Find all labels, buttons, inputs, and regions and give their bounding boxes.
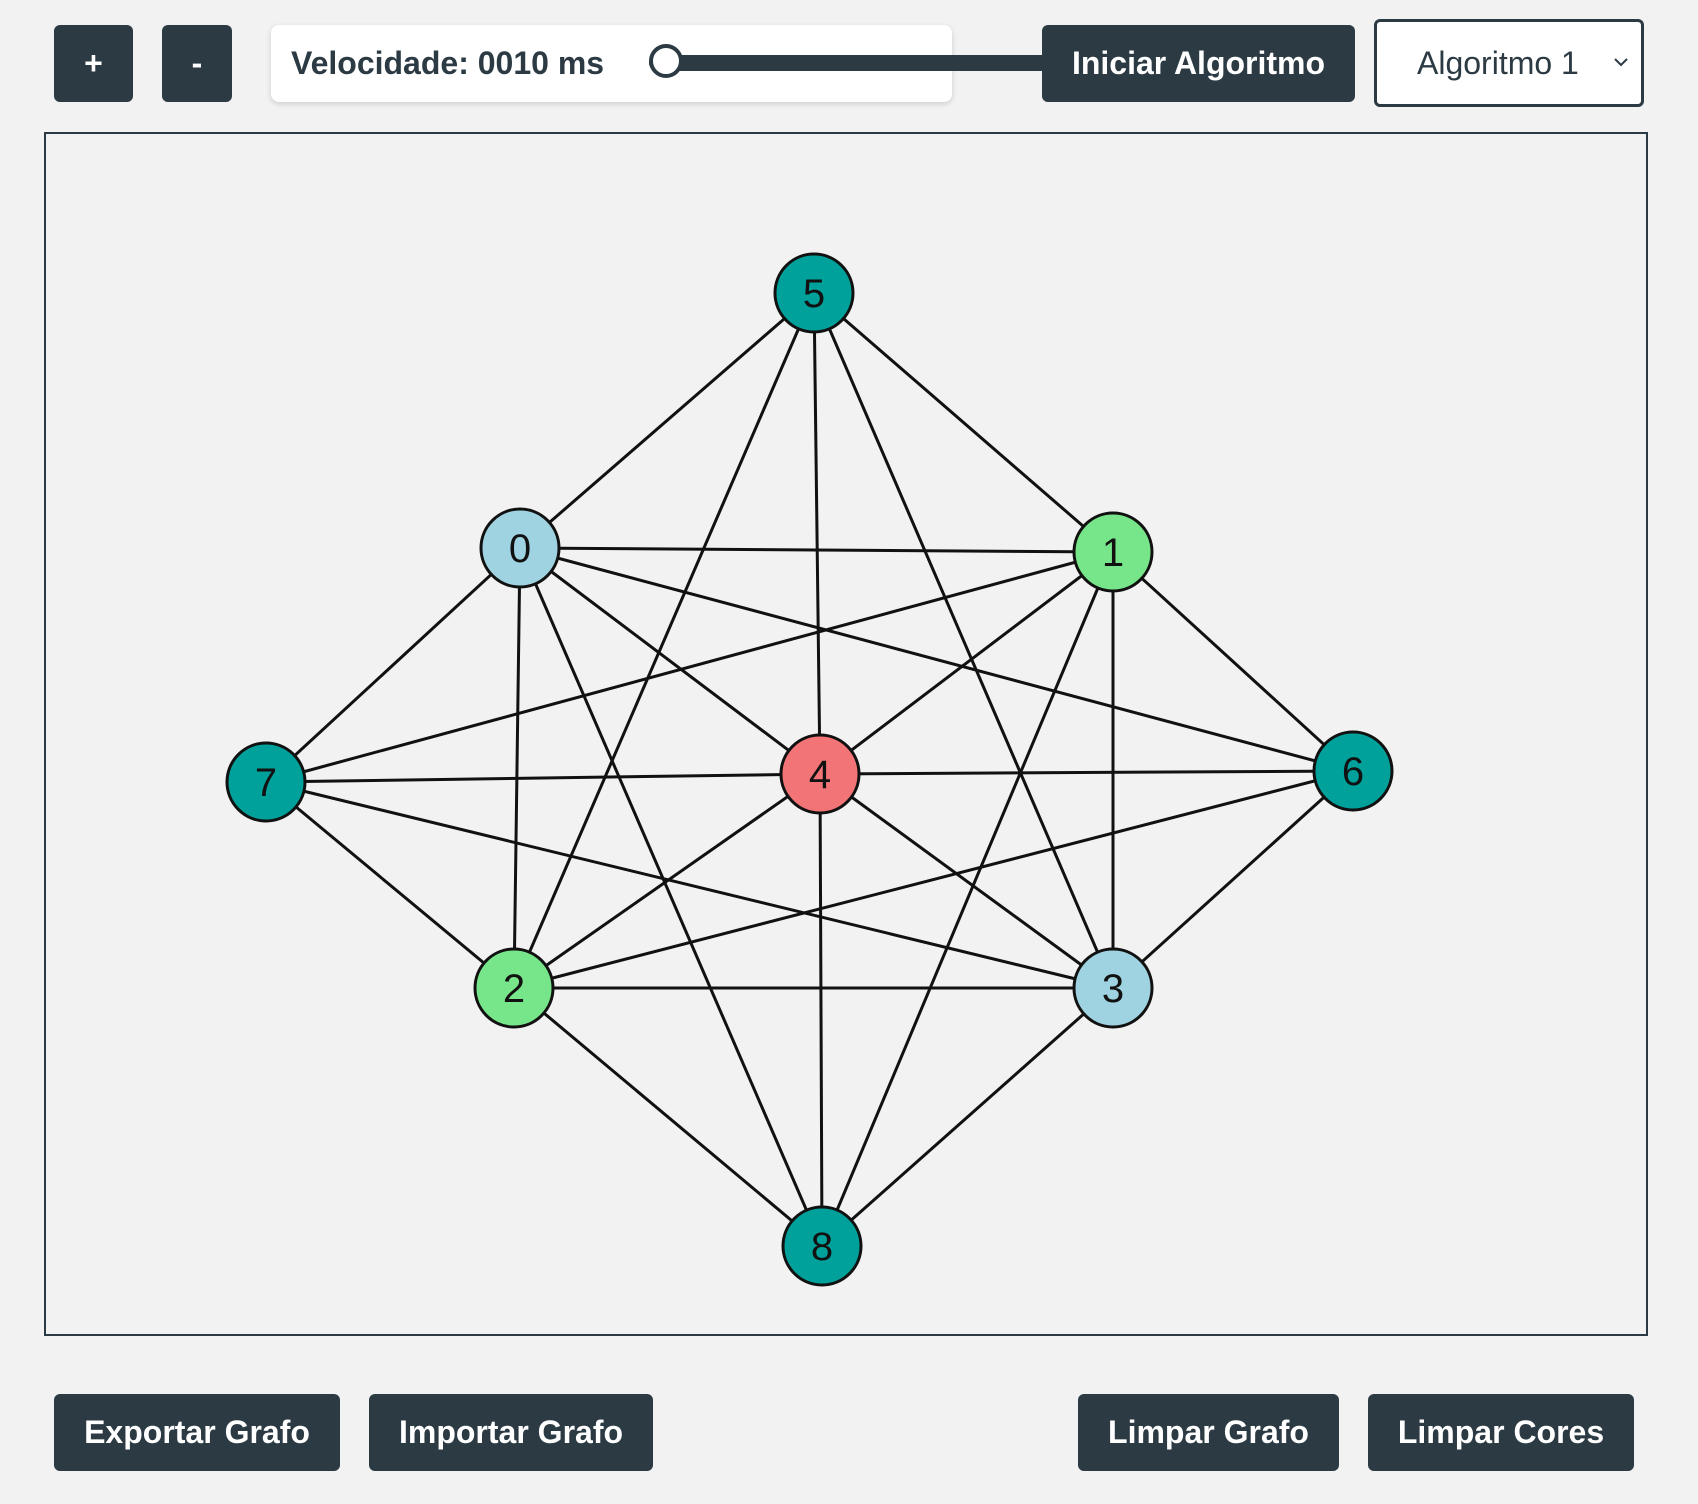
graph-edge-7-4[interactable] [265,772,821,784]
clear-graph-button[interactable]: Limpar Grafo [1078,1394,1339,1471]
graph-node-label: 1 [1102,531,1124,575]
zoom-out-button[interactable]: - [162,25,232,102]
import-graph-button[interactable]: Importar Grafo [369,1394,653,1471]
graph-edge-1-8[interactable] [820,551,1115,1247]
algorithm-select-value: Algoritmo 1 [1417,45,1579,81]
graph-node-2[interactable]: 2 [473,947,555,1029]
graph-node-3[interactable]: 3 [1072,947,1154,1029]
graph-node-label: 5 [803,272,825,316]
graph-node-label: 0 [509,527,531,571]
graph-node-7[interactable]: 7 [225,741,307,823]
clear-colors-button[interactable]: Limpar Cores [1368,1394,1634,1471]
graph-node-label: 4 [809,753,831,797]
graph-edge-4-6[interactable] [819,769,1354,776]
graph-node-label: 8 [811,1225,833,1269]
graph-edge-0-8[interactable] [518,547,824,1247]
graph-edge-0-1[interactable] [519,546,1114,554]
chevron-down-icon [1614,58,1628,67]
graph-node-4[interactable]: 4 [779,733,861,815]
graph-svg[interactable]: 0 1 2 3 4 5 6 7 8 [46,134,1646,1334]
graph-canvas[interactable]: 0 1 2 3 4 5 6 7 8 [44,132,1648,1336]
graph-edge-2-8[interactable] [513,986,823,1248]
graph-node-label: 7 [255,761,277,805]
graph-node-8[interactable]: 8 [781,1205,863,1287]
graph-node-label: 6 [1342,750,1364,794]
graph-node-1[interactable]: 1 [1072,511,1154,593]
graph-edge-3-8[interactable] [821,986,1114,1248]
graph-edge-0-2[interactable] [512,547,522,989]
graph-edge-7-3[interactable] [265,780,1114,990]
algorithm-select[interactable]: Algoritmo 1 [1374,19,1644,107]
graph-node-label: 2 [503,967,525,1011]
graph-edge-1-4[interactable] [819,550,1114,776]
graph-edge-5-4[interactable] [812,292,822,775]
graph-edge-5-0[interactable] [519,291,815,550]
graph-edge-4-8[interactable] [818,773,824,1247]
speed-slider-thumb[interactable] [649,44,683,78]
graph-edge-1-7[interactable] [265,550,1114,784]
start-algorithm-button[interactable]: Iniciar Algoritmo [1042,25,1355,102]
speed-label: Velocidade: 0010 ms [291,45,605,81]
zoom-in-button[interactable]: + [54,25,133,102]
speed-control: Velocidade: 0010 ms [271,25,1199,102]
graph-node-5[interactable]: 5 [773,252,855,334]
graph-node-6[interactable]: 6 [1312,730,1394,812]
graph-edge-6-2[interactable] [513,769,1354,990]
graph-edge-5-3[interactable] [812,292,1115,989]
graph-edge-0-4[interactable] [519,546,821,776]
graph-edge-4-3[interactable] [819,772,1114,990]
graph-node-label: 3 [1102,967,1124,1011]
export-graph-button[interactable]: Exportar Grafo [54,1394,340,1471]
graph-node-0[interactable]: 0 [479,507,561,589]
graph-edge-5-1[interactable] [813,291,1114,554]
